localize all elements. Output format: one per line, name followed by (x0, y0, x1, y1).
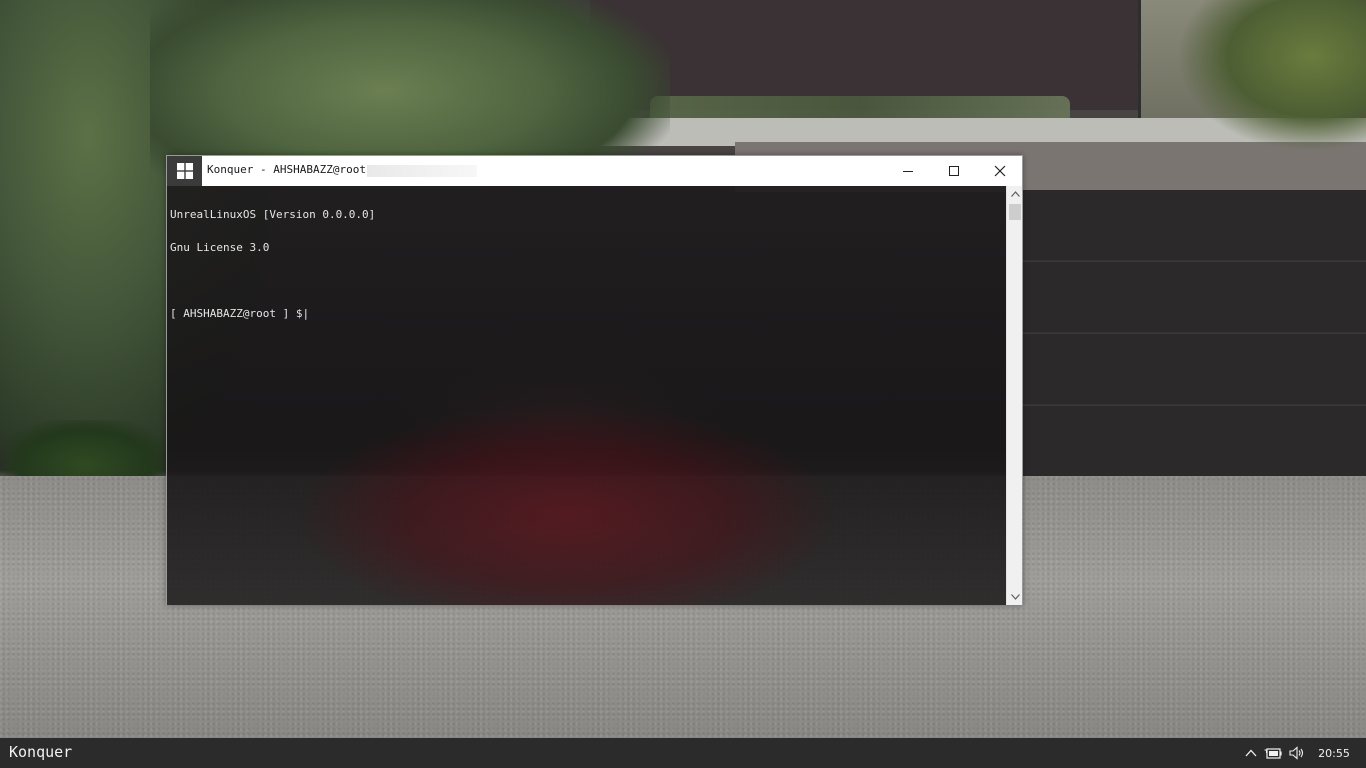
scroll-up-button[interactable] (1007, 186, 1023, 202)
maximize-icon (949, 166, 959, 176)
wallpaper-trees-right (1180, 0, 1366, 150)
title-blur-overlay (367, 165, 477, 177)
minimize-button[interactable] (885, 156, 931, 186)
wallpaper-house-facade (590, 0, 1150, 110)
volume-icon (1289, 746, 1304, 760)
taskbar-app-konquer[interactable]: Konquer (9, 743, 72, 761)
wallpaper-garage-door (1020, 190, 1366, 476)
tray-battery-button[interactable] (1262, 738, 1284, 768)
scrollbar-thumb[interactable] (1009, 204, 1021, 220)
close-icon (994, 165, 1006, 177)
console-prompt[interactable]: [ AHSHABAZZ@root ] $| (170, 308, 375, 320)
console-line: Gnu License 3.0 (170, 241, 270, 254)
console-line: UnrealLinuxOS [Version 0.0.0.0] (170, 208, 376, 221)
vertical-scrollbar[interactable] (1006, 186, 1022, 605)
terminal-window[interactable]: Konquer - AHSHABAZZ@root UnrealLinuxOS [… (166, 155, 1023, 605)
close-button[interactable] (977, 156, 1023, 186)
tray-volume-button[interactable] (1286, 738, 1308, 768)
scroll-down-button[interactable] (1007, 589, 1023, 605)
chevron-down-icon (1010, 594, 1020, 600)
taskbar: Konquer 20:55 (0, 738, 1366, 768)
taskbar-clock[interactable]: 20:55 (1310, 738, 1358, 768)
maximize-button[interactable] (931, 156, 977, 186)
console-output-area[interactable]: UnrealLinuxOS [Version 0.0.0.0] Gnu Lice… (167, 186, 1006, 605)
window-title: Konquer - AHSHABAZZ@root (207, 163, 366, 176)
windows-logo-icon[interactable] (167, 156, 202, 186)
battery-icon (1264, 748, 1282, 759)
minimize-icon (903, 170, 913, 172)
chevron-up-icon (1245, 749, 1257, 757)
window-titlebar[interactable]: Konquer - AHSHABAZZ@root (167, 156, 1022, 186)
chevron-up-icon (1010, 191, 1020, 197)
tray-overflow-button[interactable] (1242, 738, 1260, 768)
